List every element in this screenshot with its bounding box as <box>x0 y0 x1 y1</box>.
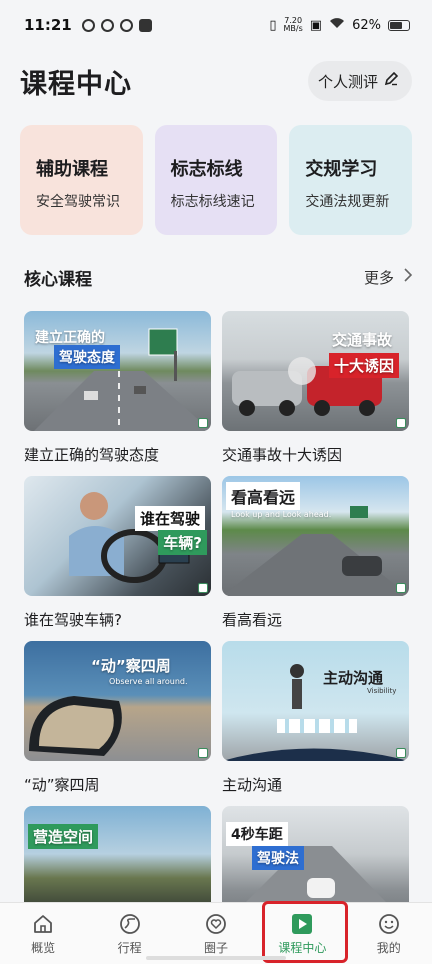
course-thumbnail: 看高看远 Look up and Look ahead. <box>222 476 409 596</box>
eval-button-label: 个人测评 <box>317 72 378 91</box>
course-grid: 建立正确的 驾驶态度 建立正确的驾驶态度 交通事故 十大诱因 交通事故十大诱因 <box>24 311 409 964</box>
course-thumbnail: 建立正确的 驾驶态度 <box>24 311 211 431</box>
status-time: 11:21 <box>24 16 72 34</box>
badge-icon <box>396 418 406 428</box>
course-title: 建立正确的驾驶态度 <box>24 446 160 464</box>
course-card[interactable]: 主动沟通 Visibility 主动沟通 <box>222 641 409 806</box>
home-icon <box>31 912 55 936</box>
thumb-text-line2: Look up and Look ahead. <box>231 510 332 519</box>
page-title: 课程中心 <box>20 68 132 100</box>
nav-label: 圈子 <box>203 940 228 955</box>
badge-icon <box>396 748 406 758</box>
nav-item-course-center[interactable]: 课程中心 <box>267 912 337 956</box>
core-courses-header: 核心课程 更多 <box>24 262 413 292</box>
net-speed-unit: MB/s <box>283 24 303 33</box>
thumb-text-line2: Visibility <box>367 687 397 695</box>
thumb-text-line2: 车辆? <box>158 530 207 555</box>
vibrate-icon: ▯ <box>269 17 277 33</box>
category-title: 标志标线 <box>170 159 243 180</box>
badge-icon <box>198 583 208 593</box>
route-icon <box>118 912 142 936</box>
thumb-text-line2: 驾驶法 <box>252 846 304 870</box>
thumb-text-line2: Observe all around. <box>109 677 188 686</box>
nav-label: 行程 <box>117 940 142 955</box>
nav-item-mine[interactable]: 我的 <box>354 912 424 956</box>
thumb-text-line2: 驾驶态度 <box>54 345 120 369</box>
nav-label: 我的 <box>376 940 401 955</box>
course-title: 谁在驾驶车辆? <box>24 611 122 629</box>
header: 课程中心 个人测评 <box>0 55 432 107</box>
category-subtitle: 安全驾驶常识 <box>36 194 120 210</box>
status-bar: 11:21 ▯ 7.20 MB/s ▣ 62% <box>0 0 432 50</box>
course-thumbnail: “动”察四周 Observe all around. <box>24 641 211 761</box>
course-card[interactable]: 建立正确的 驾驶态度 建立正确的驾驶态度 <box>24 311 211 476</box>
category-subtitle: 标志标线速记 <box>170 194 255 210</box>
category-subtitle: 交通法规更新 <box>305 194 390 210</box>
course-card[interactable]: 看高看远 Look up and Look ahead. 看高看远 <box>222 476 409 641</box>
course-title: 看高看远 <box>222 611 283 629</box>
course-thumbnail: 谁在驾驶 车辆? <box>24 476 211 596</box>
thumb-text-line1: 谁在驾驶 <box>134 506 205 531</box>
course-title: 主动沟通 <box>222 776 283 794</box>
course-card[interactable]: 交通事故 十大诱因 交通事故十大诱因 <box>222 311 409 476</box>
category-title: 辅助课程 <box>36 159 108 180</box>
more-label: 更多 <box>363 268 394 287</box>
personal-evaluation-button[interactable]: 个人测评 <box>307 61 412 101</box>
thumb-text-line1: 交通事故 <box>331 331 392 349</box>
category-title: 交规学习 <box>305 159 378 180</box>
play-icon <box>290 912 314 936</box>
smile-icon <box>377 912 401 936</box>
nav-item-overview[interactable]: 概览 <box>8 912 78 956</box>
nfc-icon: ▣ <box>309 17 323 33</box>
thumb-text-line1: 4秒车距 <box>226 822 288 846</box>
category-card-signs[interactable]: 标志标线 标志标线速记 <box>154 125 278 235</box>
pencil-icon <box>384 71 399 90</box>
more-link[interactable]: 更多 <box>363 267 413 288</box>
heart-circle-icon <box>204 912 228 936</box>
course-title: “动”察四周 <box>24 776 100 794</box>
notification-icon <box>81 18 95 32</box>
home-indicator[interactable] <box>146 956 286 960</box>
badge-icon <box>198 418 208 428</box>
status-left: 11:21 <box>24 16 152 34</box>
badge-icon <box>396 583 406 593</box>
message-icon <box>138 18 152 32</box>
crosswalk-graphic <box>222 664 409 761</box>
nav-item-circle[interactable]: 圈子 <box>181 912 251 956</box>
nav-label: 概览 <box>31 940 56 955</box>
chevron-right-icon <box>404 268 413 286</box>
battery-icon <box>388 19 410 31</box>
bottom-nav: 概览 行程 圈子 课程中心 我的 <box>0 902 432 964</box>
status-right: ▯ 7.20 MB/s ▣ 62% <box>269 17 410 33</box>
section-title: 核心课程 <box>24 269 92 290</box>
category-card-auxiliary[interactable]: 辅助课程 安全驾驶常识 <box>20 125 143 235</box>
course-card[interactable]: 谁在驾驶 车辆? 谁在驾驶车辆? <box>24 476 211 641</box>
battery-level: 62% <box>352 17 381 33</box>
thumb-text-line1: 看高看远 <box>226 482 301 510</box>
course-card[interactable]: “动”察四周 Observe all around. “动”察四周 <box>24 641 211 806</box>
nav-label: 课程中心 <box>278 940 327 955</box>
course-thumbnail: 交通事故 十大诱因 <box>222 311 409 431</box>
sync-icon <box>119 18 133 32</box>
wifi-icon <box>329 17 345 33</box>
thumb-text-line2: 十大诱因 <box>328 353 399 378</box>
net-speed: 7.20 MB/s <box>284 17 303 33</box>
app-notification-icon <box>100 18 114 32</box>
badge-icon <box>198 748 208 758</box>
course-thumbnail: 主动沟通 Visibility <box>222 641 409 761</box>
course-title: 交通事故十大诱因 <box>222 446 343 464</box>
nav-item-trips[interactable]: 行程 <box>95 912 165 956</box>
category-cards: 辅助课程 安全驾驶常识 标志标线 标志标线速记 交规学习 交通法规更新 <box>20 125 413 235</box>
thumb-text-line1: 营造空间 <box>28 824 99 849</box>
category-card-traffic-rules[interactable]: 交规学习 交通法规更新 <box>289 125 413 235</box>
